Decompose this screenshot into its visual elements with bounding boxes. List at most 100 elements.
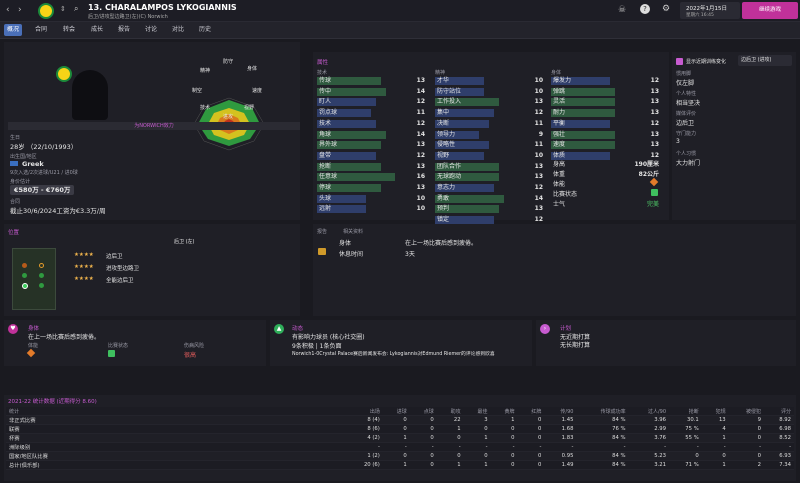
stats-row[interactable]: 总计(俱乐部) 20 (6) 1 0 1 1 0 0 1.49 84 % 3.21 71 % 1 2 7.3…	[6, 460, 794, 470]
news-card[interactable]: ▲ 动态 有影响力球员 (核心社交圈) 9条积极 | 1条负面 Norwich1…	[270, 320, 532, 366]
tab-overview[interactable]: 概况	[4, 24, 23, 36]
tab-reports[interactable]: 报告	[115, 24, 133, 36]
tab-discuss[interactable]: 讨论	[142, 24, 160, 36]
attribute-row[interactable]: 勇敢 14	[435, 194, 545, 203]
stats-row[interactable]: 联赛 8 (6) 0 0 1 0 0 0 1.68 76 % 2.99 75 % 4 0 6.98	[6, 424, 794, 434]
age-value: 28岁 （22/10/1993）	[10, 143, 78, 151]
attribute-row[interactable]: 盯人 12	[317, 98, 427, 107]
stats-header-cell[interactable]: 助攻	[436, 407, 464, 416]
stats-header-row: 统计 出场 进球 点球 助攻 最佳 黄牌 红牌 传/90 传球成功率 过人/90 抢断 犯规 被侵犯 评分	[6, 407, 794, 416]
attribute-row[interactable]: 防守站位 10	[435, 87, 545, 96]
attribute-row[interactable]: 抢断 13	[317, 162, 427, 171]
rest-icon	[318, 248, 326, 255]
stats-cell: 8 (6)	[346, 424, 383, 434]
club-badge-icon[interactable]	[38, 3, 54, 19]
attribute-row[interactable]: 镇定 12	[435, 216, 545, 225]
stats-row[interactable]: 杯赛 4 (2) 1 0 0 1 0 0 1.83 84 % 3.76 55 % 1 0 8.52	[6, 433, 794, 443]
attribute-row[interactable]: 头球 10	[317, 194, 427, 203]
attribute-row[interactable]: 意志力 12	[435, 184, 545, 192]
stats-cell: -	[764, 442, 794, 452]
attribute-row[interactable]: 任意球 16	[317, 173, 427, 182]
attribute-row[interactable]: 预判 13	[435, 205, 545, 214]
attribute-row[interactable]: 才华 10	[435, 77, 545, 85]
stats-header-cell[interactable]: 犯规	[701, 407, 729, 416]
plan-card[interactable]: › 计划 无近期打算 无长期打算	[536, 320, 796, 366]
info-value: 边后卫	[676, 120, 695, 127]
attribute-name: 头球	[319, 194, 332, 202]
stats-header-cell[interactable]: 最佳	[463, 407, 491, 416]
help-icon[interactable]: ?	[640, 4, 650, 14]
chevron-updown-icon[interactable]: ⇕	[60, 5, 66, 13]
tab-contract[interactable]: 合同	[32, 24, 50, 36]
stats-header-cell[interactable]: 过人/90	[628, 407, 670, 416]
match-state-icon	[108, 350, 115, 357]
tab-compare[interactable]: 对比	[169, 24, 187, 36]
stats-header-cell[interactable]: 被侵犯	[728, 407, 765, 416]
stats-cell: 非正式比赛	[6, 415, 346, 425]
stats-cell: 0	[382, 451, 410, 461]
stats-row[interactable]: 洲际级别 - - - - - - - - - - - - - -	[6, 442, 794, 452]
position-select[interactable]: 边后卫 (进攻)	[738, 55, 792, 66]
search-icon[interactable]: ⌕	[74, 4, 78, 14]
stats-cell: 6.93	[764, 451, 794, 461]
body-l3: 伤病风险	[184, 343, 205, 349]
attribute-row[interactable]: 弹跳 13	[551, 87, 661, 96]
stats-cell: 0	[517, 415, 545, 425]
role-bar: 为NORWICH效力	[8, 122, 300, 130]
stats-row[interactable]: 非正式比赛 8 (4) 0 0 22 3 1 0 1.45 84 % 3.96 30.1 13 9 8.92	[6, 415, 794, 425]
continue-button[interactable]: 继续游戏	[742, 2, 798, 19]
attribute-row[interactable]: 技术 12	[317, 119, 427, 128]
stats-header-cell[interactable]: 红牌	[517, 407, 545, 416]
stats-row[interactable]: 国家/地区队比赛 1 (2) 0 0 0 0 0 0 0.95 84 % 5.23 0 0 0 6.93	[6, 451, 794, 461]
skull-icon[interactable]: ☠	[618, 5, 626, 15]
attribute-row[interactable]: 传球 13	[317, 77, 427, 85]
attribute-row[interactable]: 远射 10	[317, 205, 427, 214]
stats-cell: 0	[728, 433, 765, 443]
attribute-row[interactable]: 强壮 13	[551, 130, 661, 139]
stats-header-cell[interactable]: 黄牌	[490, 407, 518, 416]
report-col-header: 报告	[317, 229, 328, 235]
body-card[interactable]: ♥ 身体 在上一场比赛后感到疲倦。 体能 比赛状态 伤病风险 很高	[4, 320, 266, 366]
training-checkbox[interactable]	[676, 58, 683, 65]
attribute-row[interactable]: 团队合作 13	[435, 162, 545, 171]
stats-cell: 76 %	[576, 424, 629, 434]
attribute-row[interactable]: 盘带 12	[317, 151, 427, 160]
stats-header-cell[interactable]: 传/90	[544, 407, 577, 416]
attribute-row[interactable]: 平衡 12	[551, 119, 661, 128]
attribute-row[interactable]: 停球 13	[317, 184, 427, 192]
attribute-row[interactable]: 速度 13	[551, 141, 661, 150]
stats-cell: 6.98	[764, 424, 794, 434]
contract-value: 截止30/6/2024工资为€3.3万/周	[10, 207, 106, 215]
attribute-row[interactable]: 视野 10	[435, 151, 545, 160]
tab-transfer[interactable]: 转会	[60, 24, 78, 36]
attribute-row[interactable]: 爆发力 12	[551, 77, 661, 85]
stats-header-cell[interactable]: 点球	[409, 407, 437, 416]
attribute-row[interactable]: 耐力 13	[551, 109, 661, 118]
attribute-value: 10	[534, 87, 543, 95]
attribute-row[interactable]: 传中 14	[317, 87, 427, 96]
stats-cell: 1	[701, 460, 729, 470]
attribute-row[interactable]: 灵活 13	[551, 98, 661, 107]
back-icon[interactable]: ‹	[6, 5, 10, 15]
tab-history[interactable]: 历史	[196, 24, 214, 36]
stats-header-cell[interactable]: 进球	[382, 407, 410, 416]
stats-header-cell[interactable]: 出场	[346, 407, 383, 416]
attribute-row[interactable]: 罚点球 11	[317, 109, 427, 118]
attribute-row[interactable]: 界外球 13	[317, 141, 427, 150]
stats-header-cell[interactable]: 传球成功率	[576, 407, 629, 416]
settings-icon[interactable]: ⚙	[662, 4, 670, 14]
stats-header-cell[interactable]: 抢断	[669, 407, 702, 416]
attribute-row[interactable]: 角球 14	[317, 130, 427, 139]
show-training-label[interactable]: 显示近期训练变化	[686, 58, 726, 65]
attribute-row[interactable]: 集中 12	[435, 109, 545, 118]
forward-icon[interactable]: ›	[18, 5, 22, 15]
stats-header-cell[interactable]: 评分	[764, 407, 794, 416]
attribute-row[interactable]: 侵略性 11	[435, 141, 545, 150]
tab-development[interactable]: 成长	[88, 24, 106, 36]
stats-header-cell[interactable]: 统计	[6, 407, 346, 416]
attribute-row[interactable]: 工作投入 13	[435, 98, 545, 107]
attribute-row[interactable]: 决断 11	[435, 119, 545, 128]
attribute-row[interactable]: 领导力 9	[435, 130, 545, 139]
attribute-row[interactable]: 无球跑动 13	[435, 173, 545, 182]
attribute-name: 预判	[437, 205, 450, 213]
